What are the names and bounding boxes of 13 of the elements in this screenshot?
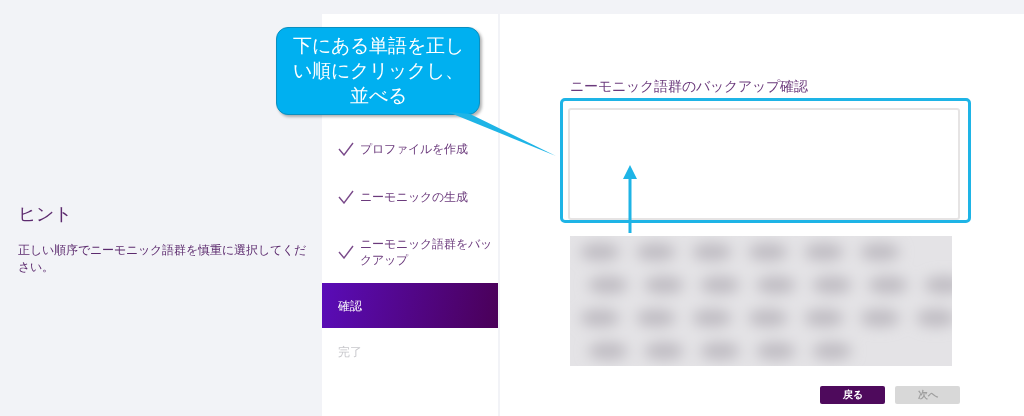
check-icon [338,190,354,204]
step-item: プロファイルを作成 [322,125,498,173]
hint-title: ヒント [18,202,72,226]
hint-text: 正しい順序でニーモニック語群を慎重に選択してください。 [18,242,307,276]
back-button[interactable]: 戻る [820,386,885,404]
step-item: 確認 [322,283,498,328]
up-arrow-icon [622,165,638,233]
step-item: ニーモニック語群をバックアップ [322,221,498,283]
section-title: ニーモニック語群のバックアップ確認 [570,78,808,96]
step-item: ニーモニックの生成 [322,173,498,221]
callout-bubble: 下にある単語を正しい順にクリックし、並べる [276,27,480,115]
check-icon [338,245,354,259]
check-icon [338,142,354,156]
